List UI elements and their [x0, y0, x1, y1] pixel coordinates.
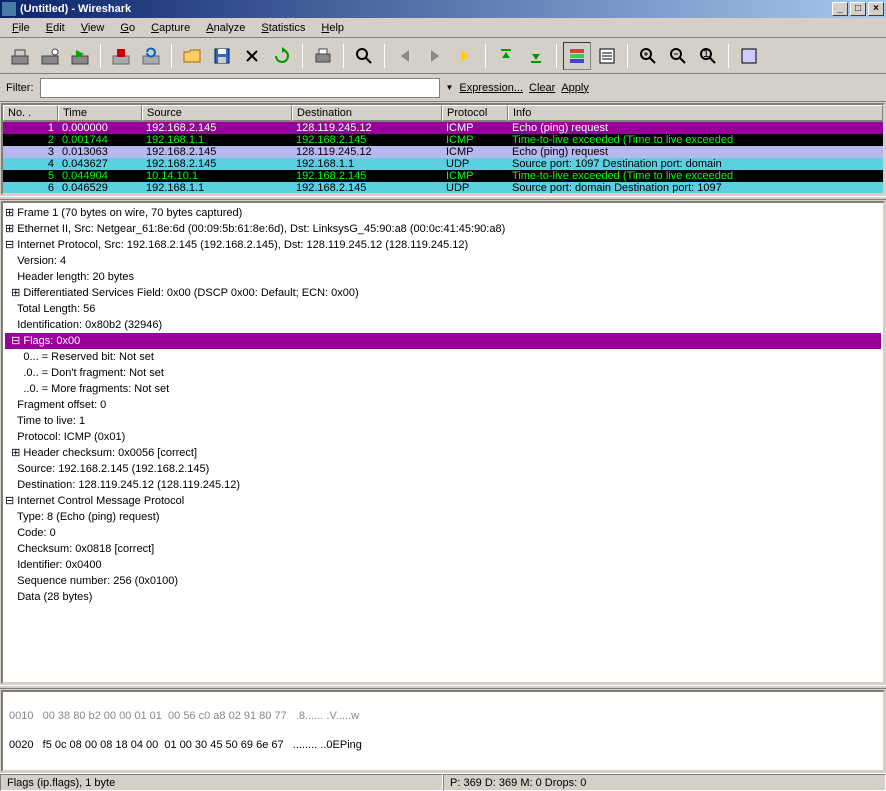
- packet-row[interactable]: 20.001744192.168.1.1192.168.2.145ICMPTim…: [3, 134, 883, 146]
- menu-help[interactable]: Help: [313, 20, 352, 36]
- open-icon[interactable]: [178, 42, 206, 70]
- col-source[interactable]: Source: [142, 105, 292, 121]
- options-icon[interactable]: [36, 42, 64, 70]
- tree-flag-reserved[interactable]: 0... = Reserved bit: Not set: [5, 349, 881, 365]
- filter-input[interactable]: [40, 78, 440, 98]
- tree-ip-ttl[interactable]: Time to live: 1: [5, 413, 881, 429]
- save-icon[interactable]: [208, 42, 236, 70]
- menu-capture[interactable]: Capture: [143, 20, 198, 36]
- tree-ethernet[interactable]: ⊞ Ethernet II, Src: Netgear_61:8e:6d (00…: [5, 221, 881, 237]
- tree-flag-mf[interactable]: ..0. = More fragments: Not set: [5, 381, 881, 397]
- tree-flag-df[interactable]: .0.. = Don't fragment: Not set: [5, 365, 881, 381]
- menu-statistics[interactable]: Statistics: [253, 20, 313, 36]
- minimize-button[interactable]: _: [832, 2, 848, 16]
- menu-edit[interactable]: Edit: [38, 20, 73, 36]
- find-icon[interactable]: [350, 42, 378, 70]
- tree-ip[interactable]: ⊟ Internet Protocol, Src: 192.168.2.145 …: [5, 237, 881, 253]
- packet-details[interactable]: ⊞ Frame 1 (70 bytes on wire, 70 bytes ca…: [1, 201, 885, 684]
- tree-ip-version[interactable]: Version: 4: [5, 253, 881, 269]
- col-protocol[interactable]: Protocol: [442, 105, 508, 121]
- tree-icmp-type[interactable]: Type: 8 (Echo (ping) request): [5, 509, 881, 525]
- stop-capture-icon[interactable]: [107, 42, 135, 70]
- maximize-button[interactable]: □: [850, 2, 866, 16]
- tree-ip-tlen[interactable]: Total Length: 56: [5, 301, 881, 317]
- tree-frame[interactable]: ⊞ Frame 1 (70 bytes on wire, 70 bytes ca…: [5, 205, 881, 221]
- packet-row[interactable]: 10.000000192.168.2.145128.119.245.12ICMP…: [3, 122, 883, 134]
- clear-link[interactable]: Clear: [529, 82, 555, 94]
- statusbar: Flags (ip.flags), 1 byte P: 369 D: 369 M…: [0, 773, 886, 791]
- app-icon: [2, 2, 16, 16]
- go-forward-icon[interactable]: [421, 42, 449, 70]
- menubar: File Edit View Go Capture Analyze Statis…: [0, 18, 886, 38]
- tree-ip-dst[interactable]: Destination: 128.119.245.12 (128.119.245…: [5, 477, 881, 493]
- tree-ip-frag[interactable]: Fragment offset: 0: [5, 397, 881, 413]
- print-icon[interactable]: [309, 42, 337, 70]
- tree-ip-dsf[interactable]: ⊞ Differentiated Services Field: 0x00 (D…: [5, 285, 881, 301]
- tree-icmp-data[interactable]: Data (28 bytes): [5, 589, 881, 605]
- apply-link[interactable]: Apply: [561, 82, 589, 94]
- status-left: Flags (ip.flags), 1 byte: [0, 774, 443, 791]
- restart-capture-icon[interactable]: [137, 42, 165, 70]
- go-back-icon[interactable]: [391, 42, 419, 70]
- col-no[interactable]: No. .: [3, 105, 58, 121]
- col-time[interactable]: Time: [58, 105, 142, 121]
- tree-ip-cksum[interactable]: ⊞ Header checksum: 0x0056 [correct]: [5, 445, 881, 461]
- splitter-2[interactable]: [0, 685, 886, 689]
- status-right: P: 369 D: 369 M: 0 Drops: 0: [443, 774, 886, 791]
- zoom-out-icon[interactable]: [664, 42, 692, 70]
- go-first-icon[interactable]: [492, 42, 520, 70]
- tree-ip-flags[interactable]: ⊟ Flags: 0x00: [5, 333, 881, 349]
- filterbar: Filter: ▼ Expression... Clear Apply: [0, 74, 886, 102]
- titlebar[interactable]: (Untitled) - Wireshark _ □ ×: [0, 0, 886, 18]
- bytes-row-0030: 0030 50 6c 6f 74 74 65 72 32 2e 36 30 30…: [9, 768, 877, 772]
- bytes-row-0010: 0010 00 38 80 b2 00 00 01 01 00 56 c0 a8…: [9, 709, 877, 723]
- tree-ip-hlen[interactable]: Header length: 20 bytes: [5, 269, 881, 285]
- menu-analyze[interactable]: Analyze: [198, 20, 253, 36]
- tree-icmp-seq[interactable]: Sequence number: 256 (0x0100): [5, 573, 881, 589]
- bytes-row-0020: 0020 f5 0c 08 00 08 18 04 00 01 00 30 45…: [9, 738, 877, 753]
- reload-icon[interactable]: [268, 42, 296, 70]
- menu-go[interactable]: Go: [112, 20, 143, 36]
- go-last-icon[interactable]: [522, 42, 550, 70]
- resize-columns-icon[interactable]: [735, 42, 763, 70]
- splitter-1[interactable]: [0, 196, 886, 200]
- packet-bytes[interactable]: 0010 00 38 80 b2 00 00 01 01 00 56 c0 a8…: [1, 690, 885, 772]
- tree-ip-ident[interactable]: Identification: 0x80b2 (32946): [5, 317, 881, 333]
- menu-file[interactable]: File: [4, 20, 38, 36]
- expression-link[interactable]: Expression...: [459, 82, 523, 94]
- packet-list[interactable]: No. . Time Source Destination Protocol I…: [1, 103, 885, 195]
- tree-icmp-id[interactable]: Identifier: 0x0400: [5, 557, 881, 573]
- packet-row[interactable]: 50.04490410.14.10.1192.168.2.145ICMPTime…: [3, 170, 883, 182]
- window-title: (Untitled) - Wireshark: [20, 3, 830, 15]
- close-button[interactable]: ×: [868, 2, 884, 16]
- tree-ip-src[interactable]: Source: 192.168.2.145 (192.168.2.145): [5, 461, 881, 477]
- go-to-icon[interactable]: [451, 42, 479, 70]
- zoom-in-icon[interactable]: [634, 42, 662, 70]
- filter-dropdown-icon[interactable]: ▼: [446, 83, 454, 92]
- autoscroll-icon[interactable]: [593, 42, 621, 70]
- toolbar: 1: [0, 38, 886, 74]
- filter-label: Filter:: [6, 82, 34, 94]
- packet-row[interactable]: 40.043627192.168.2.145192.168.1.1UDPSour…: [3, 158, 883, 170]
- svg-text:1: 1: [703, 48, 709, 60]
- menu-view[interactable]: View: [73, 20, 113, 36]
- zoom-100-icon[interactable]: 1: [694, 42, 722, 70]
- close-file-icon[interactable]: [238, 42, 266, 70]
- col-destination[interactable]: Destination: [292, 105, 442, 121]
- colorize-icon[interactable]: [563, 42, 591, 70]
- tree-ip-protocol[interactable]: Protocol: ICMP (0x01): [5, 429, 881, 445]
- interfaces-icon[interactable]: [6, 42, 34, 70]
- start-capture-icon[interactable]: [66, 42, 94, 70]
- tree-icmp-code[interactable]: Code: 0: [5, 525, 881, 541]
- tree-icmp[interactable]: ⊟ Internet Control Message Protocol: [5, 493, 881, 509]
- col-info[interactable]: Info: [508, 105, 883, 121]
- packet-list-header: No. . Time Source Destination Protocol I…: [3, 105, 883, 122]
- packet-row[interactable]: 30.013063192.168.2.145128.119.245.12ICMP…: [3, 146, 883, 158]
- tree-icmp-cksum[interactable]: Checksum: 0x0818 [correct]: [5, 541, 881, 557]
- packet-row[interactable]: 60.046529192.168.1.1192.168.2.145UDPSour…: [3, 182, 883, 194]
